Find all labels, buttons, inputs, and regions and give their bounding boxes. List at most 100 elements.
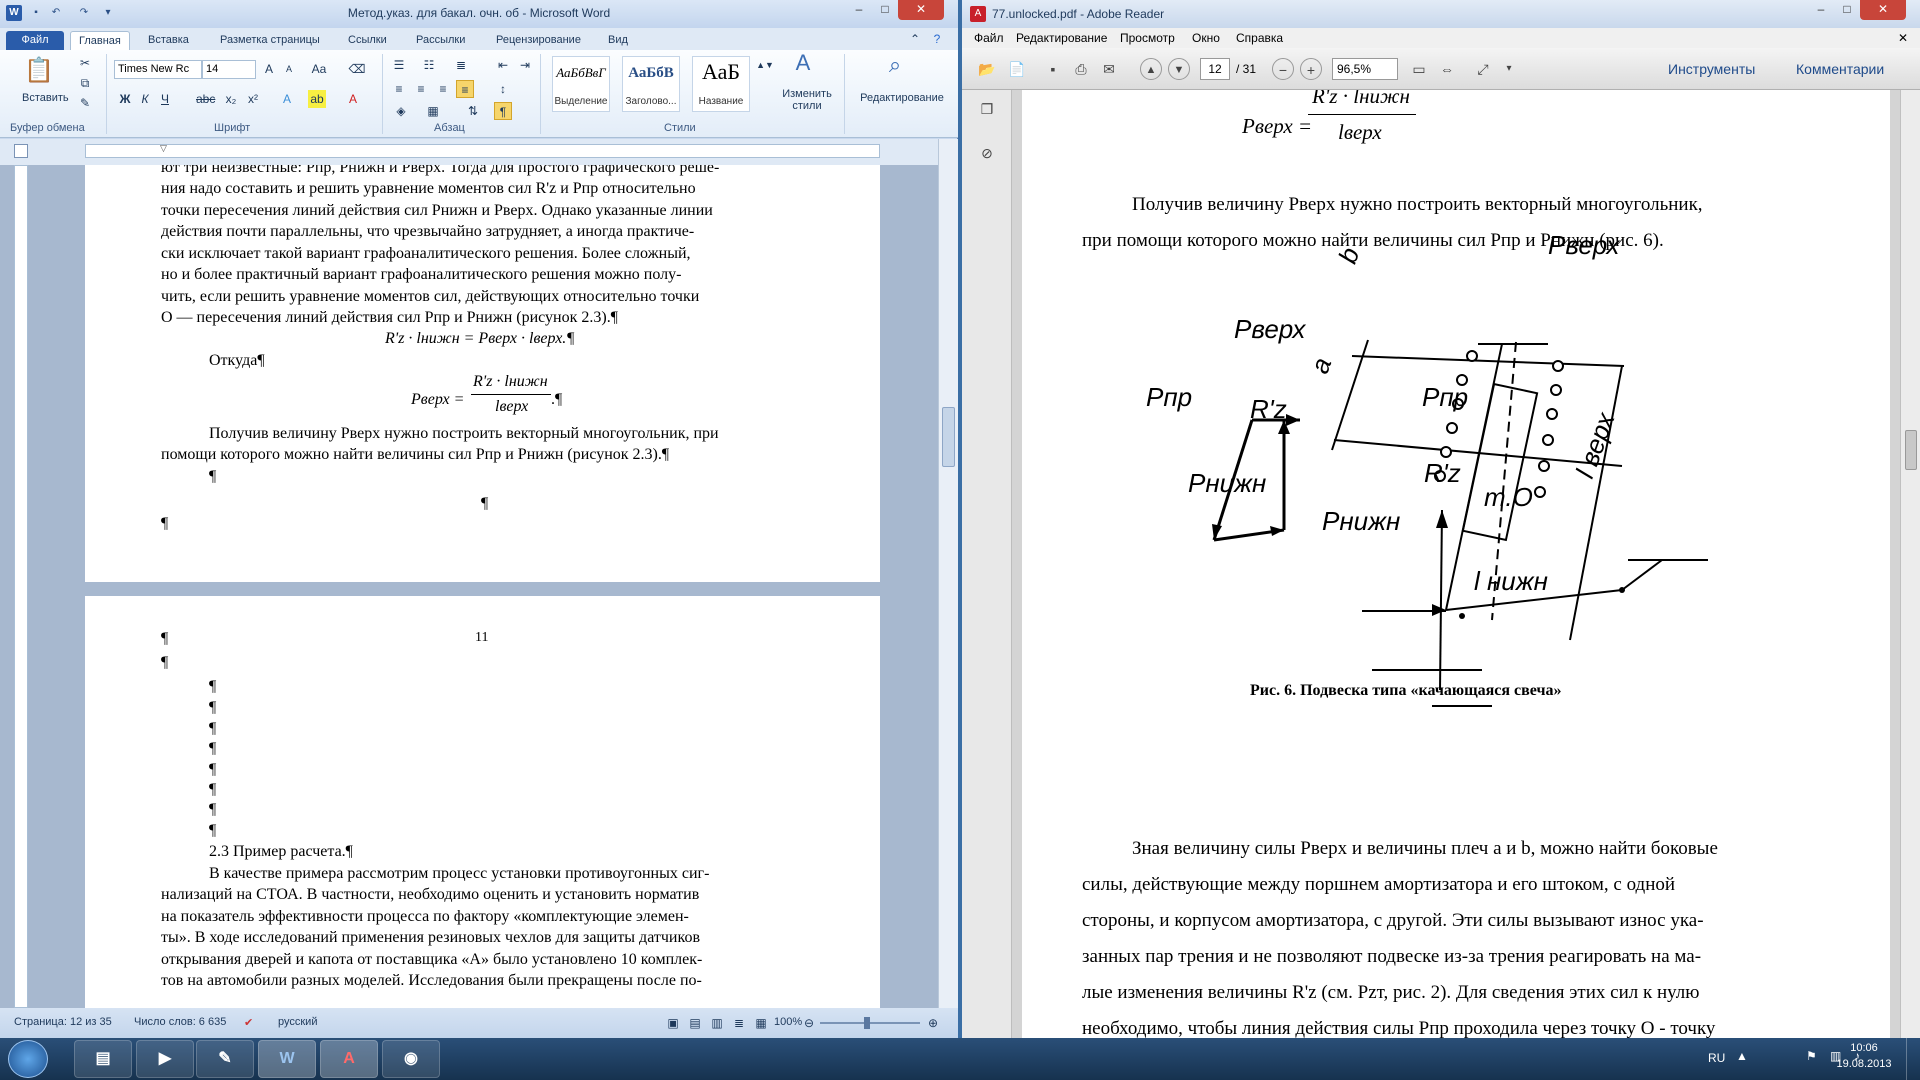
numbering-icon[interactable]: ☷ [420,56,438,74]
editing-button[interactable]: Редактирование [848,92,956,104]
explorer-taskbar-icon[interactable]: ▤ [74,1040,132,1078]
shrink-font-icon[interactable]: A [280,60,298,78]
page-number-input[interactable]: 12 [1200,58,1230,80]
page-upper[interactable]: ют три неизвестные: Pпр, Pнижн и Pверх. … [85,165,880,582]
font-color-icon[interactable]: A [344,90,362,108]
align-right-icon[interactable]: ≡ [434,80,452,98]
zoom-slider-thumb[interactable] [864,1017,870,1029]
previous-page-icon[interactable]: ▲ [1140,58,1162,80]
fit-width-icon[interactable]: ⇔ [1436,58,1458,80]
show-formatting-icon[interactable]: ¶ [494,102,512,120]
vertical-ruler[interactable] [14,165,28,1008]
close-button[interactable]: ✕ [898,0,944,20]
outline-view-icon[interactable]: ≣ [730,1014,748,1032]
sort-icon[interactable]: ⇅ [464,102,482,120]
change-styles-button[interactable]: Изменить стили [776,88,838,112]
justify-icon[interactable]: ≡ [456,80,474,98]
tab-home[interactable]: Главная [70,31,130,50]
tab-mailings[interactable]: Рассылки [408,31,473,50]
indent-marker[interactable]: ▽ [160,143,167,154]
minimize-button[interactable]: – [1808,0,1834,20]
zoom-combo[interactable]: 96,5% [1332,58,1398,80]
vertical-scrollbar[interactable] [1900,90,1920,1038]
toolbar-options-icon[interactable]: ▾ [1498,58,1520,80]
vertical-scrollbar[interactable] [938,139,958,1008]
show-desktop-button[interactable] [1906,1038,1920,1080]
copy-icon[interactable]: ⧉ [76,74,94,92]
clock-time[interactable]: 10:06 [1836,1042,1892,1054]
menu-help[interactable]: Справка [1236,31,1283,45]
style-heading[interactable]: АаБбВ Заголово... [622,56,680,112]
zoom-out-icon[interactable]: − [1272,58,1294,80]
menu-file[interactable]: Файл [974,31,1004,45]
tab-references[interactable]: Ссылки [340,31,395,50]
word-taskbar-icon[interactable]: W [258,1040,316,1078]
maximize-button[interactable]: □ [872,0,898,20]
zoom-in-icon[interactable]: + [1300,58,1322,80]
next-page-icon[interactable]: ▼ [1168,58,1190,80]
page-counter[interactable]: Страница: 12 из 35 [14,1016,112,1028]
start-button[interactable] [8,1040,48,1078]
minimize-button[interactable]: – [846,0,872,20]
open-icon[interactable]: 📂 [976,58,998,80]
zoom-level[interactable]: 100% [774,1016,802,1028]
tab-file[interactable]: Файл [6,31,64,50]
menu-edit[interactable]: Редактирование [1016,31,1107,45]
zoom-in-icon[interactable]: ⊕ [924,1014,942,1032]
comments-button[interactable]: Комментарии [1796,61,1884,77]
chrome-taskbar-icon[interactable]: ◉ [382,1040,440,1078]
maximize-button[interactable]: □ [1834,0,1860,20]
superscript-icon[interactable]: x² [244,90,262,108]
tools-button[interactable]: Инструменты [1668,61,1755,77]
zoom-slider[interactable] [820,1022,920,1024]
print-layout-view-icon[interactable]: ▣ [664,1014,682,1032]
bullets-icon[interactable]: ☰ [390,56,408,74]
scroll-thumb[interactable] [942,407,955,467]
grow-font-icon[interactable]: A [260,60,278,78]
pdf-page[interactable]: Pверх = R'z · lнижн lверх Получив величи… [1022,90,1890,1038]
draft-view-icon[interactable]: ▦ [752,1014,770,1032]
tab-review[interactable]: Рецензирование [488,31,589,50]
full-screen-view-icon[interactable]: ▤ [686,1014,704,1032]
media-player-taskbar-icon[interactable]: ▶ [136,1040,194,1078]
read-mode-icon[interactable]: ⤢ [1472,58,1494,80]
increase-indent-icon[interactable]: ⇥ [516,56,534,74]
tab-selector[interactable] [14,144,28,158]
format-painter-icon[interactable]: ✎ [76,94,94,112]
shading-icon[interactable]: ◈ [392,102,410,120]
change-styles-icon[interactable]: A [786,52,820,84]
horizontal-ruler[interactable]: ▽ [0,139,958,165]
page-thumbnails-icon[interactable]: ❐ [976,98,998,120]
proofing-icon[interactable]: ✔ [244,1016,253,1029]
flag-icon[interactable]: ⚑ [1806,1049,1817,1063]
paste-icon[interactable]: 📋 [22,54,56,88]
change-case-icon[interactable]: Aa [310,60,328,78]
adobe-reader-taskbar-icon[interactable]: A [320,1040,378,1078]
borders-icon[interactable]: ▦ [424,102,442,120]
zoom-out-icon[interactable]: ⊖ [800,1014,818,1032]
fit-page-icon[interactable]: ▭ [1408,58,1430,80]
tab-insert[interactable]: Вставка [140,31,197,50]
find-binoculars-icon[interactable]: ⌕ [880,54,910,86]
help-icon[interactable]: ? [928,30,946,48]
strikethrough-icon[interactable]: abc [196,90,215,108]
menu-window[interactable]: Окно [1192,31,1220,45]
decrease-indent-icon[interactable]: ⇤ [494,56,512,74]
menu-view[interactable]: Просмотр [1120,31,1175,45]
scroll-thumb[interactable] [1905,430,1917,470]
paste-button[interactable]: Вставить [22,92,69,104]
font-size-combo[interactable]: 14 [202,60,256,79]
ribbon-minimize-icon[interactable]: ⌃ [906,30,924,48]
style-title[interactable]: АаБ Название [692,56,750,112]
cut-icon[interactable]: ✂ [76,54,94,72]
bold-icon[interactable]: Ж [116,90,134,108]
close-button[interactable]: ✕ [1860,0,1906,20]
word-count[interactable]: Число слов: 6 635 [134,1016,226,1028]
web-layout-view-icon[interactable]: ▥ [708,1014,726,1032]
save-icon[interactable]: ▪ [1042,58,1064,80]
attachments-icon[interactable]: ⊘ [976,142,998,164]
align-left-icon[interactable]: ≡ [390,80,408,98]
clock-date[interactable]: 19.08.2013 [1836,1058,1892,1070]
create-pdf-icon[interactable]: 📄 [1006,58,1028,80]
page-lower[interactable]: ¶ 11 ¶ ¶ ¶ ¶ ¶ ¶ ¶ ¶ ¶ 2.3 Пример расчет… [85,596,880,1008]
